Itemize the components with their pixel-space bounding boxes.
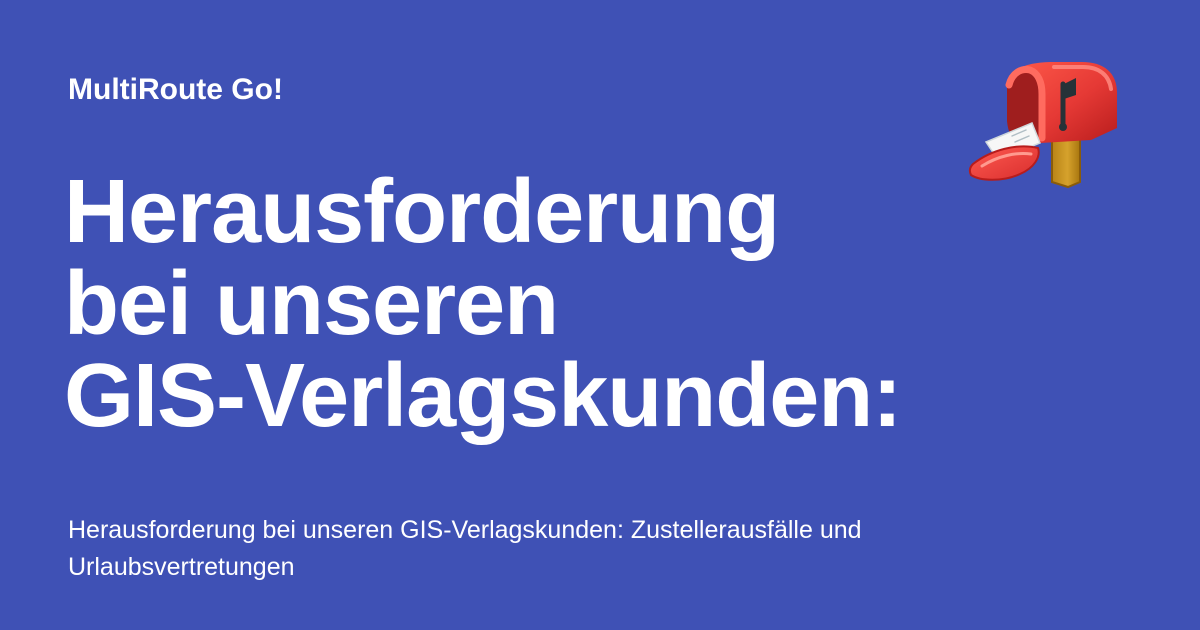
- mailbox-icon-graphic: [968, 62, 1118, 189]
- brand-name: MultiRoute Go!: [68, 73, 283, 106]
- page-title-line-1: Herausforderung: [64, 162, 780, 262]
- social-share-card: MultiRoute Go! Herausforderung bei unser…: [0, 0, 1200, 630]
- mailbox-flag-hinge: [1059, 123, 1067, 131]
- mailbox-door: [968, 145, 1040, 181]
- page-title: Herausforderung bei unseren GIS-Verlagsk…: [64, 166, 944, 442]
- page-title-line-3: GIS-Verlagskunden:: [64, 346, 902, 446]
- page-subtitle: Herausforderung bei unseren GIS-Verlagsk…: [68, 516, 862, 581]
- page-title-line-2: bei unseren: [64, 254, 559, 354]
- mailbox-icon: [962, 56, 1122, 194]
- mailbox-post: [1051, 138, 1081, 189]
